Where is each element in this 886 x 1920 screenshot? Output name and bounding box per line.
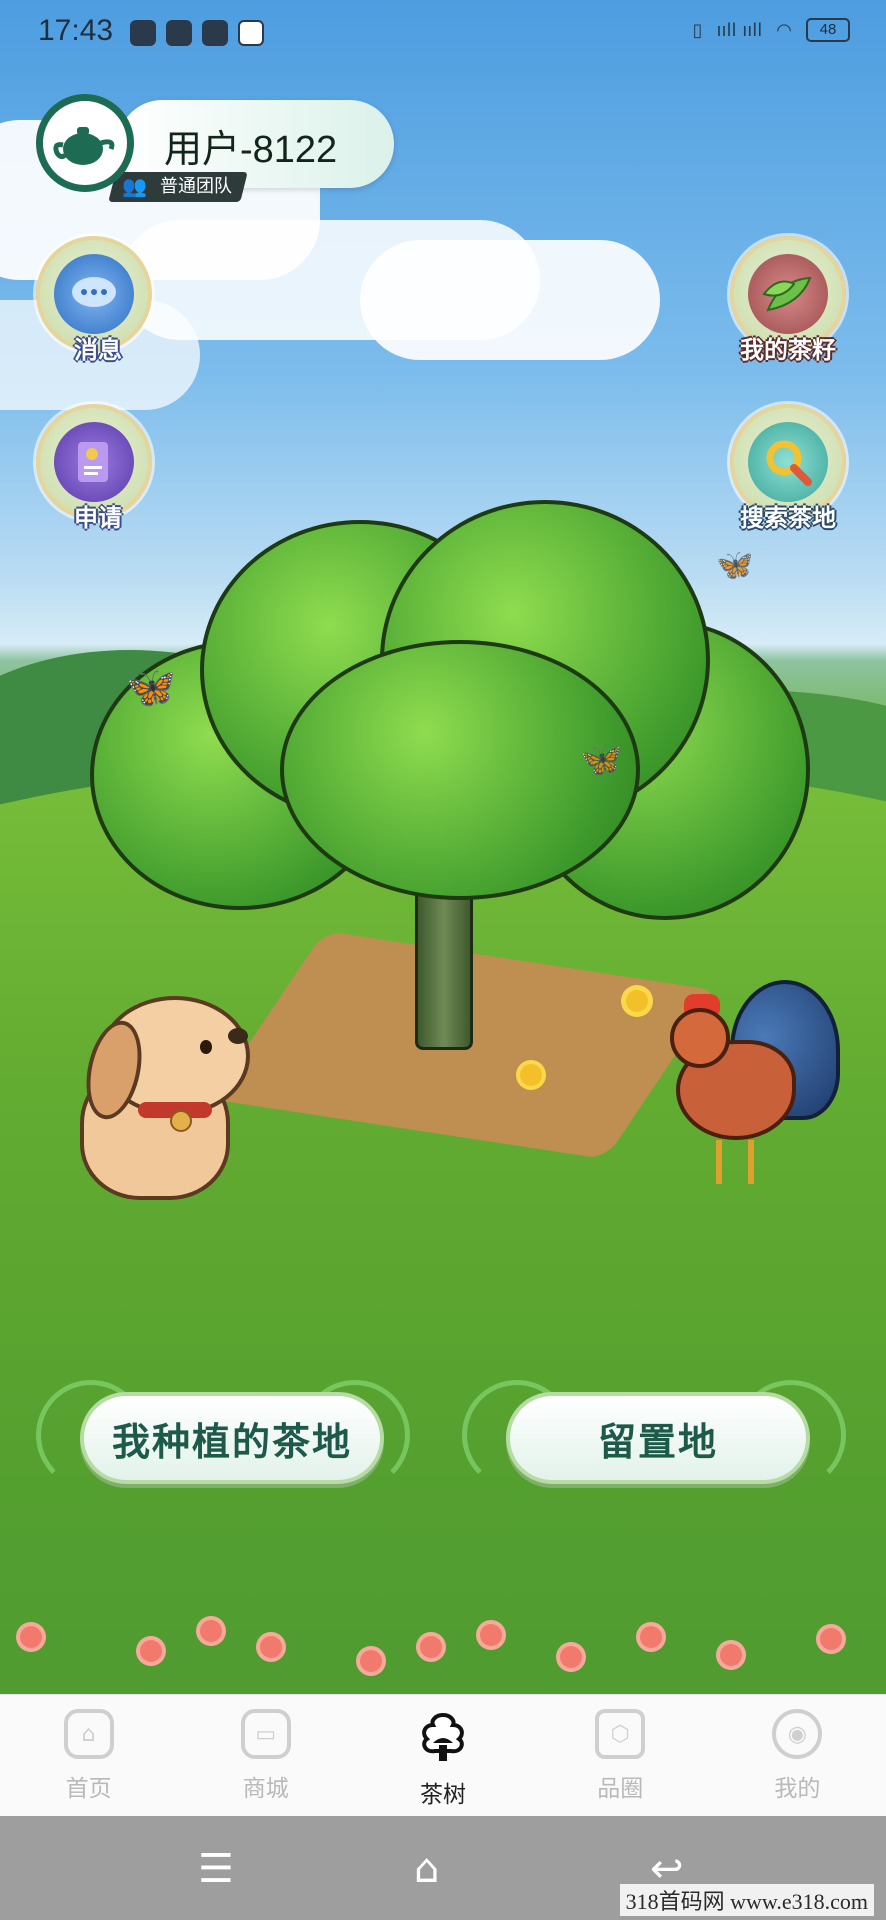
status-time: 17:43 xyxy=(38,14,114,47)
dog-nose xyxy=(228,1028,248,1044)
pink-flower xyxy=(640,1626,662,1648)
tab-circle[interactable]: ⬡ 品圈 xyxy=(532,1695,709,1816)
tea-leaf-icon xyxy=(748,254,828,334)
rooster-leg xyxy=(748,1140,754,1184)
messages-label: 消息 xyxy=(74,336,122,364)
teapot-icon xyxy=(53,127,115,165)
chat-notification-icon xyxy=(238,20,264,46)
apply-label: 申请 xyxy=(74,504,122,532)
pink-flower xyxy=(200,1620,222,1642)
bottom-tab-bar: ⌂ 首页 ▭ 商城 茶树 ⬡ 品圈 ◉ 我的 xyxy=(0,1694,886,1816)
pink-flower xyxy=(20,1626,42,1648)
butterfly-icon: 🦋 xyxy=(580,740,623,780)
team-icon: 👥 xyxy=(122,174,147,198)
search-land-label: 搜索茶地 xyxy=(740,504,836,532)
my-planted-land-button[interactable]: 我种植的茶地 xyxy=(80,1392,384,1484)
circle-icon: ⬡ xyxy=(595,1709,646,1759)
signal-icon: ııll ııll xyxy=(716,19,763,41)
search-icon xyxy=(748,422,828,502)
pink-flower xyxy=(360,1650,382,1672)
flower-border xyxy=(0,1580,886,1694)
app-notification-icon xyxy=(130,20,156,46)
my-seeds-label: 我的茶籽 xyxy=(740,336,836,364)
menu-icon[interactable]: ☰ xyxy=(198,1846,234,1892)
tab-label: 茶树 xyxy=(420,1782,466,1808)
pink-flower xyxy=(720,1644,742,1666)
dog-tag xyxy=(170,1110,192,1132)
dog-eye xyxy=(200,1040,212,1054)
avatar[interactable] xyxy=(36,94,134,192)
tab-tea-tree[interactable]: 茶树 xyxy=(354,1695,531,1816)
pink-flower xyxy=(260,1636,282,1658)
message-icon xyxy=(54,254,134,334)
team-label: 普通团队 xyxy=(160,176,232,197)
shop-icon: ▭ xyxy=(240,1709,291,1759)
tab-shop[interactable]: ▭ 商城 xyxy=(177,1695,354,1816)
yellow-flower xyxy=(626,990,648,1012)
music-notification-icon xyxy=(202,20,228,46)
vibrate-icon: ▯ xyxy=(692,19,703,41)
watermark: 318首码网 www.e318.com xyxy=(619,1884,874,1916)
tea-tree-icon xyxy=(415,1709,471,1765)
user-name: 用户-8122 xyxy=(164,129,338,171)
cloud xyxy=(360,240,660,360)
butterfly-icon: 🦋 xyxy=(126,665,176,711)
home-nav-icon[interactable]: ⌂ xyxy=(414,1846,439,1892)
pink-flower xyxy=(560,1646,582,1668)
application-icon xyxy=(54,422,134,502)
pink-flower xyxy=(480,1624,502,1646)
rooster-leg xyxy=(716,1140,722,1184)
pink-flower xyxy=(140,1640,162,1662)
status-bar: 17:43 ▯ ııll ııll ◠ 48 xyxy=(0,0,886,70)
wifi-icon: ◠ xyxy=(776,19,792,41)
tab-home[interactable]: ⌂ 首页 xyxy=(0,1695,177,1816)
battery-indicator: 48 xyxy=(806,18,850,42)
tab-label: 我的 xyxy=(774,1776,821,1802)
butterfly-icon: 🦋 xyxy=(716,548,754,583)
rooster-head xyxy=(670,1008,730,1068)
pink-flower xyxy=(420,1636,442,1658)
status-indicators: ▯ ııll ııll ◠ 48 xyxy=(693,18,850,42)
tab-label: 商城 xyxy=(242,1776,289,1802)
reserved-land-button[interactable]: 留置地 xyxy=(506,1392,810,1484)
video-notification-icon xyxy=(166,20,192,46)
tab-label: 首页 xyxy=(65,1776,112,1802)
game-scene[interactable]: 17:43 ▯ ııll ııll ◠ 48 用户-8122 普通团队 👥 消息… xyxy=(0,0,886,1694)
home-icon: ⌂ xyxy=(63,1709,114,1759)
profile-icon: ◉ xyxy=(772,1709,823,1759)
tab-profile[interactable]: ◉ 我的 xyxy=(709,1695,886,1816)
tab-label: 品圈 xyxy=(597,1776,644,1802)
yellow-flower xyxy=(520,1064,542,1086)
notification-icons xyxy=(130,20,264,46)
pink-flower xyxy=(820,1628,842,1650)
system-navigation-bar: ☰ ⌂ ↩ 318首码网 www.e318.com xyxy=(0,1816,886,1920)
